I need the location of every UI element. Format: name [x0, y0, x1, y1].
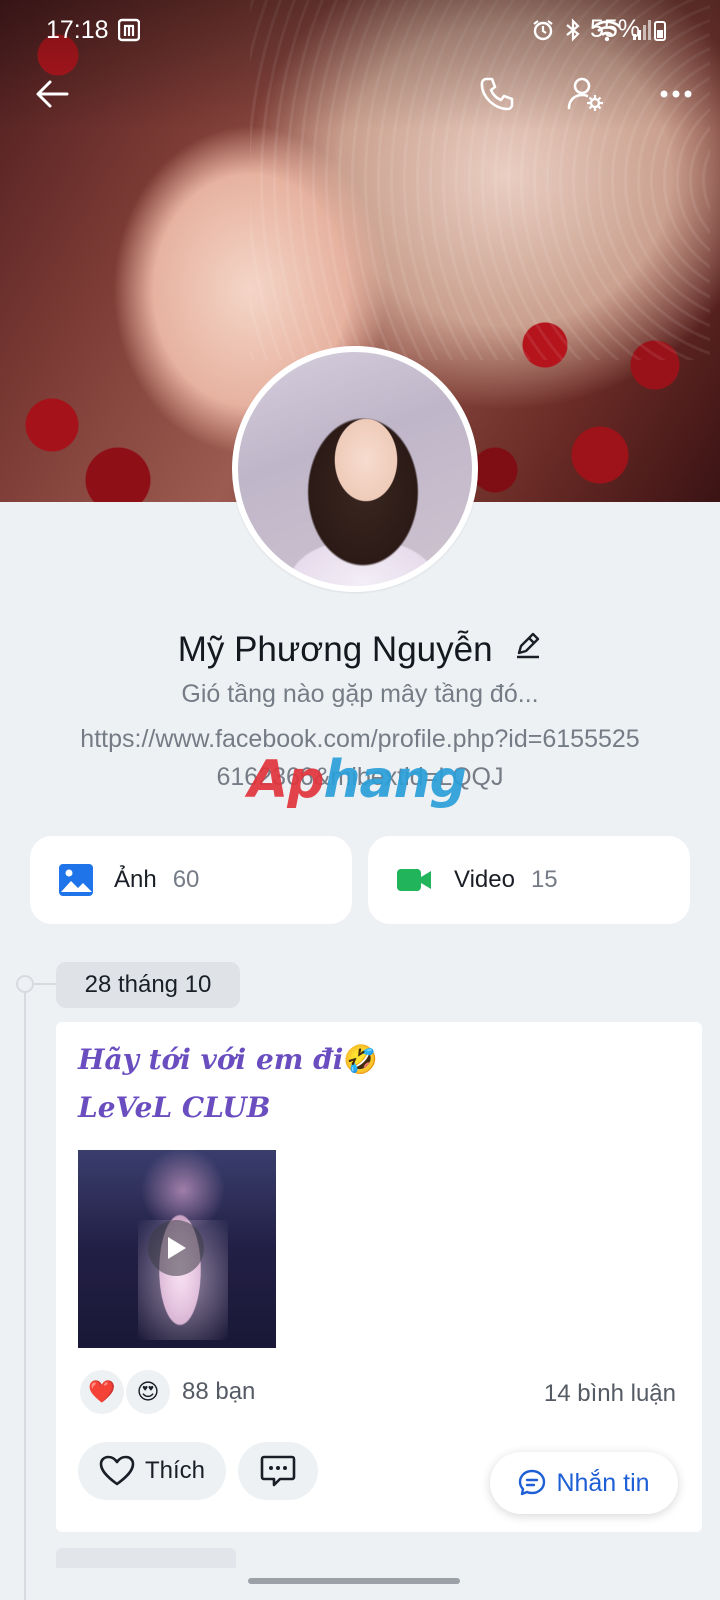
post-text-line2: LeVeL CLUB — [78, 1091, 271, 1124]
watermark-logo: Aphang — [248, 742, 468, 818]
heart-outline-icon — [99, 1455, 135, 1486]
send-message-button[interactable]: Nhắn tin — [490, 1452, 678, 1514]
photos-label: Ảnh — [114, 866, 157, 893]
love-eyes-reaction-icon: 😍 — [126, 1370, 170, 1414]
battery-percent: 55% — [590, 15, 641, 43]
heart-reaction-icon: ❤️ — [80, 1370, 124, 1414]
photos-count: 60 — [172, 866, 200, 893]
bluetooth-icon — [566, 18, 580, 42]
more-icon — [660, 90, 692, 98]
comment-count[interactable]: 14 bình luận — [544, 1380, 676, 1408]
videos-label: Video — [454, 866, 515, 893]
photos-button[interactable]: Ảnh 60 — [30, 836, 352, 924]
edit-pencil-icon[interactable] — [514, 628, 542, 668]
like-label: Thích — [144, 1457, 206, 1484]
play-button[interactable] — [148, 1220, 204, 1276]
back-arrow-icon — [36, 80, 69, 108]
profile-bio: Gió tầng nào gặp mây tầng đó... — [181, 680, 539, 708]
phone-icon — [480, 77, 514, 111]
battery-icon — [654, 21, 666, 41]
user-settings-icon — [567, 77, 603, 111]
timeline-connector — [34, 983, 56, 985]
post-text-line1: Hãy tới với em đi — [78, 1043, 344, 1076]
reactions-summary[interactable]: ❤️ 😍 88 bạn — [80, 1370, 255, 1414]
video-camera-icon — [397, 869, 431, 891]
status-bar: 17:18 55% — [0, 0, 720, 60]
chat-icon — [519, 1469, 546, 1496]
post-emoji: 🤣 — [343, 1043, 379, 1076]
notification-icon — [118, 18, 140, 42]
top-action-bar — [0, 70, 720, 120]
comment-button[interactable] — [238, 1442, 318, 1500]
avatar[interactable] — [232, 346, 478, 592]
videos-count: 15 — [530, 866, 558, 893]
image-icon — [59, 864, 93, 896]
timeline-dot — [16, 975, 34, 993]
send-message-label: Nhắn tin — [556, 1468, 650, 1497]
call-button[interactable] — [472, 70, 520, 118]
profile-name: Mỹ Phương Nguyễn — [177, 630, 493, 669]
profile-name-row: Mỹ Phương Nguyễn — [0, 630, 720, 672]
next-timeline-item — [56, 1548, 236, 1568]
post-text: Hãy tới với em đi🤣 LeVeL CLUB — [78, 1036, 378, 1132]
timeline-line — [24, 985, 26, 1600]
videos-button[interactable]: Video 15 — [368, 836, 690, 924]
home-indicator[interactable] — [248, 1578, 460, 1584]
reaction-count: 88 bạn — [182, 1378, 256, 1405]
more-options-button[interactable] — [652, 70, 700, 118]
back-button[interactable] — [28, 70, 76, 118]
post-video-thumbnail[interactable] — [78, 1150, 276, 1348]
watermark-part2: hang — [323, 750, 466, 810]
like-button[interactable]: Thích — [78, 1442, 226, 1500]
status-time: 17:18 — [46, 16, 109, 44]
timeline-date: 28 tháng 10 — [56, 962, 240, 1008]
alarm-icon — [533, 20, 553, 41]
play-icon — [168, 1237, 186, 1259]
profile-settings-button[interactable] — [562, 70, 610, 118]
watermark-part1: Ap — [248, 750, 324, 810]
comment-icon — [260, 1455, 296, 1487]
